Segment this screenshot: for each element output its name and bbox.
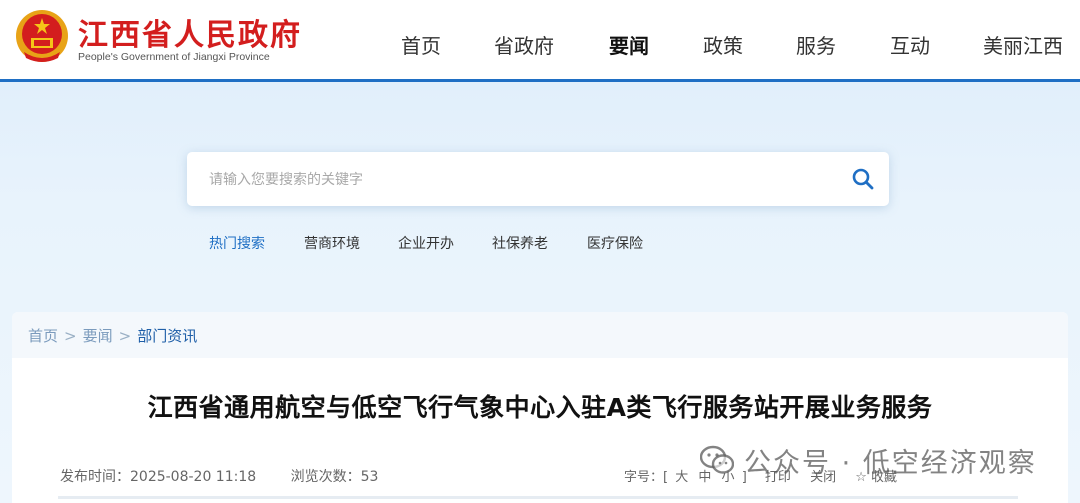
view-count: 浏览次数：53	[290, 469, 379, 485]
hot-tag-company-setup[interactable]: 企业开办	[398, 233, 454, 253]
nav-item-home[interactable]: 首页	[401, 30, 441, 59]
article-meta: 发布时间：2025-08-20 11:18 浏览次数：53	[60, 466, 408, 486]
hot-search-label: 热门搜索	[209, 236, 265, 252]
hot-tag-medical-insurance[interactable]: 医疗保险	[587, 233, 643, 253]
wechat-icon	[700, 445, 734, 474]
breadcrumb: 首页 > 要闻 > 部门资讯	[28, 325, 197, 346]
site-header: 江西省人民政府 People's Government of Jiangxi P…	[0, 0, 1080, 82]
search-icon[interactable]	[851, 167, 875, 191]
nav-item-beautiful-jiangxi[interactable]: 美丽江西	[983, 30, 1063, 59]
hot-tag-pension[interactable]: 社保养老	[492, 233, 548, 253]
nav-item-policy[interactable]: 政策	[703, 30, 743, 59]
breadcrumb-separator: >	[64, 327, 77, 345]
nav-item-government[interactable]: 省政府	[494, 30, 554, 59]
nav-item-services[interactable]: 服务	[796, 30, 836, 59]
nav-item-interaction[interactable]: 互动	[890, 30, 930, 59]
nav-item-news[interactable]: 要闻	[609, 30, 649, 59]
breadcrumb-bar: 首页 > 要闻 > 部门资讯	[12, 312, 1068, 358]
breadcrumb-separator: >	[118, 327, 132, 345]
breadcrumb-home[interactable]: 首页	[28, 327, 58, 345]
article-title: 江西省通用航空与低空飞行气象中心入驻A类飞行服务站开展业务服务	[147, 393, 933, 422]
font-large-button[interactable]: 大	[675, 470, 688, 485]
search-input[interactable]	[207, 166, 831, 194]
watermark: 公众号 · 低空经济观察	[700, 440, 1037, 480]
hot-search-tags: 热门搜索 营商环境 企业开办 社保养老 医疗保险	[0, 233, 1080, 253]
breadcrumb-department-news[interactable]: 部门资讯	[137, 327, 197, 345]
search-box	[187, 152, 889, 206]
publish-time: 发布时间：2025-08-20 11:18	[60, 469, 257, 485]
breadcrumb-news[interactable]: 要闻	[83, 327, 113, 345]
divider	[58, 496, 1018, 499]
hot-tag-business-environment[interactable]: 营商环境	[304, 233, 360, 253]
font-size-label: 字号：[	[624, 470, 669, 485]
main-nav: 首页 省政府 要闻 政策 服务 互动 美丽江西	[0, 30, 1080, 60]
watermark-text: 公众号 · 低空经济观察	[744, 447, 1037, 479]
